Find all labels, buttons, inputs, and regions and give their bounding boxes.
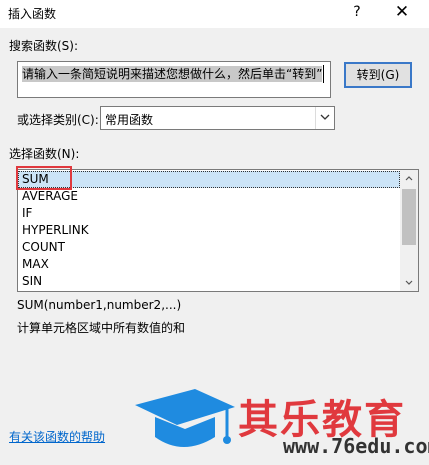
watermark-url: www.76edu.com bbox=[283, 434, 429, 458]
function-description: 计算单元格区域中所有数值的和 bbox=[17, 321, 186, 335]
category-select[interactable]: 常用函数 bbox=[100, 106, 335, 130]
search-label: 搜索函数(S): bbox=[9, 39, 79, 53]
scroll-thumb[interactable] bbox=[402, 189, 416, 245]
function-help-link[interactable]: 有关该函数的帮助 bbox=[9, 428, 105, 445]
close-button[interactable]: ✕ bbox=[394, 2, 410, 22]
scroll-up-button[interactable] bbox=[400, 170, 418, 187]
function-item-count[interactable]: COUNT bbox=[18, 239, 400, 256]
annotation-highlight bbox=[16, 166, 72, 190]
graduation-cap-icon bbox=[135, 389, 235, 447]
title-bar: 插入函数 ? ✕ bbox=[0, 0, 429, 28]
category-label: 或选择类别(C): bbox=[17, 113, 99, 127]
function-signature: SUM(number1,number2,...) bbox=[17, 298, 182, 312]
help-button[interactable]: ? bbox=[350, 4, 364, 20]
category-dropdown-button[interactable] bbox=[315, 107, 334, 129]
function-item-max[interactable]: MAX bbox=[18, 256, 400, 273]
dialog-title: 插入函数 bbox=[8, 7, 57, 21]
function-item-sum[interactable]: SUM bbox=[18, 171, 400, 188]
function-item-hyperlink[interactable]: HYPERLINK bbox=[18, 222, 400, 239]
text-caret bbox=[323, 65, 324, 83]
function-list[interactable]: SUM AVERAGE IF HYPERLINK COUNT MAX SIN bbox=[17, 169, 419, 292]
function-item-sin[interactable]: SIN bbox=[18, 273, 400, 290]
function-item-average[interactable]: AVERAGE bbox=[18, 188, 400, 205]
goto-button[interactable]: 转到(G) bbox=[344, 62, 412, 88]
scroll-down-button[interactable] bbox=[400, 274, 418, 291]
search-input-text: 请输入一条简短说明来描述您想做什么，然后单击“转到” bbox=[22, 66, 322, 82]
watermark: 其乐教育 www.76edu.com bbox=[133, 385, 429, 465]
chevron-down-icon bbox=[320, 114, 330, 120]
search-input[interactable]: 请输入一条简短说明来描述您想做什么，然后单击“转到” bbox=[17, 61, 331, 98]
chevron-up-icon bbox=[405, 176, 413, 181]
category-value: 常用函数 bbox=[105, 113, 154, 127]
function-item-if[interactable]: IF bbox=[18, 205, 400, 222]
function-list-label: 选择函数(N): bbox=[9, 147, 80, 161]
chevron-down-icon bbox=[405, 280, 413, 285]
list-scrollbar[interactable] bbox=[400, 170, 418, 291]
